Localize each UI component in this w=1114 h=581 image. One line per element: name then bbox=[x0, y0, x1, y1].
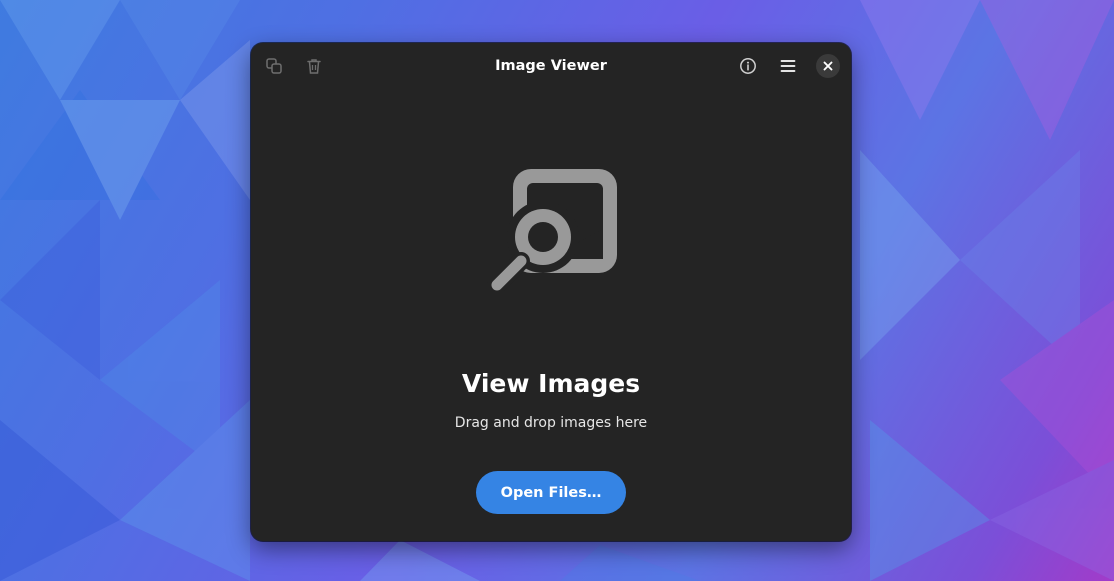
copy-button[interactable] bbox=[261, 53, 287, 79]
empty-state: View Images Drag and drop images here Op… bbox=[251, 89, 851, 541]
open-files-button[interactable]: Open Files… bbox=[476, 471, 626, 514]
copy-icon bbox=[265, 57, 283, 75]
desktop: Image Viewer bbox=[0, 0, 1114, 581]
close-icon bbox=[822, 60, 834, 72]
close-button[interactable] bbox=[816, 54, 840, 78]
info-icon bbox=[739, 57, 757, 75]
status-description: Drag and drop images here bbox=[251, 415, 851, 431]
trash-icon bbox=[305, 57, 323, 75]
menu-icon bbox=[779, 57, 797, 75]
main-menu-button[interactable] bbox=[775, 53, 801, 79]
delete-button[interactable] bbox=[301, 53, 327, 79]
status-title: View Images bbox=[251, 369, 851, 398]
image-viewer-window: Image Viewer bbox=[251, 43, 851, 541]
window-title: Image Viewer bbox=[251, 43, 851, 89]
headerbar: Image Viewer bbox=[251, 43, 851, 89]
image-viewer-icon bbox=[487, 169, 617, 291]
properties-button[interactable] bbox=[735, 53, 761, 79]
